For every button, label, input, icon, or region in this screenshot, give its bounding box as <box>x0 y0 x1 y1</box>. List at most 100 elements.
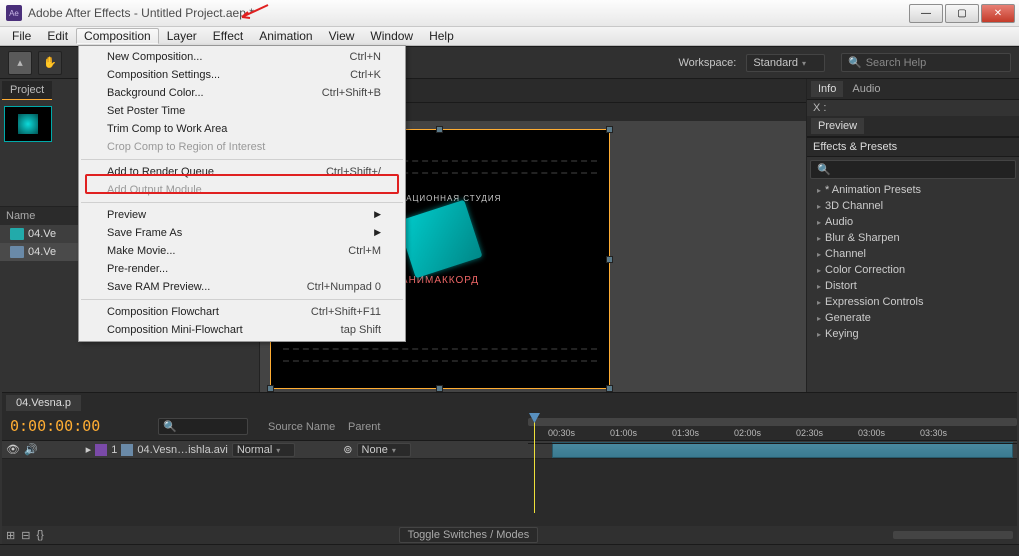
menu-file[interactable]: File <box>4 28 39 44</box>
workspace-label: Workspace: <box>678 57 736 69</box>
file-icon <box>10 246 24 258</box>
menu-item-composition-settings[interactable]: Composition Settings...Ctrl+K <box>79 66 405 84</box>
search-icon: 🔍 <box>817 164 831 176</box>
transform-handle[interactable] <box>267 385 274 392</box>
ruler-tick: 02:30s <box>796 428 823 438</box>
effects-category[interactable]: 3D Channel <box>807 198 1019 214</box>
ruler-tick: 01:00s <box>610 428 637 438</box>
effects-category[interactable]: Generate <box>807 310 1019 326</box>
visibility-toggle[interactable]: 👁 <box>6 443 20 456</box>
twirl-icon[interactable]: ▸ <box>86 443 92 456</box>
info-tab[interactable]: Info <box>811 81 843 97</box>
timeline-search[interactable]: 🔍 <box>158 418 248 435</box>
blend-mode[interactable]: Normal <box>232 443 295 457</box>
menu-item-set-poster-time[interactable]: Set Poster Time <box>79 102 405 120</box>
menu-item-save-frame-as[interactable]: Save Frame As▶ <box>79 224 405 242</box>
menu-item-add-to-render-queue[interactable]: Add to Render QueueCtrl+Shift+/ <box>79 163 405 181</box>
menu-item-save-ram-preview[interactable]: Save RAM Preview...Ctrl+Numpad 0 <box>79 278 405 296</box>
audio-tab[interactable]: Audio <box>845 81 887 97</box>
transform-handle[interactable] <box>606 385 613 392</box>
timeline-tab[interactable]: 04.Vesna.p <box>6 395 81 411</box>
ruler-tick: 03:30s <box>920 428 947 438</box>
transform-handle[interactable] <box>606 126 613 133</box>
hand-tool[interactable]: ✋ <box>38 51 62 75</box>
search-icon: 🔍 <box>848 56 862 69</box>
menu-animation[interactable]: Animation <box>251 28 320 44</box>
timeline-ruler-area[interactable]: 00:30s 01:00s 01:30s 02:00s 02:30s 03:00s 03:3… <box>528 413 1017 440</box>
ruler-tick: 03:00s <box>858 428 885 438</box>
effects-presets-header[interactable]: Effects & Presets <box>807 137 1019 157</box>
effects-category[interactable]: Distort <box>807 278 1019 294</box>
tl-toggle-3[interactable]: {} <box>36 529 43 541</box>
help-search[interactable]: 🔍 Search Help <box>841 53 1011 72</box>
parent-dropdown[interactable]: None <box>357 443 411 457</box>
menu-layer[interactable]: Layer <box>159 28 205 44</box>
layer-index: 1 <box>111 444 117 456</box>
work-area-bar[interactable] <box>528 418 1017 426</box>
menu-item-crop-comp-to-region-of-interest: Crop Comp to Region of Interest <box>79 138 405 156</box>
timecode[interactable]: 0:00:00:00 <box>2 413 158 440</box>
filmstrip-bottom <box>283 348 597 362</box>
effects-category[interactable]: Blur & Sharpen <box>807 230 1019 246</box>
close-button[interactable]: ✕ <box>981 4 1015 23</box>
ruler-tick: 01:30s <box>672 428 699 438</box>
effects-category[interactable]: * Animation Presets <box>807 182 1019 198</box>
composition-menu-dropdown: New Composition...Ctrl+NComposition Sett… <box>78 45 406 342</box>
menubar: FileEditCompositionLayerEffectAnimationV… <box>0 27 1019 46</box>
menu-edit[interactable]: Edit <box>39 28 76 44</box>
effects-category[interactable]: Audio <box>807 214 1019 230</box>
layer-name[interactable]: 04.Vesn…ishla.avi <box>137 444 228 456</box>
menu-item-pre-render[interactable]: Pre-render... <box>79 260 405 278</box>
app-icon: Ae <box>6 5 22 21</box>
layer-color[interactable] <box>95 444 107 456</box>
transform-handle[interactable] <box>436 126 443 133</box>
effects-search[interactable]: 🔍 <box>810 160 1016 179</box>
menu-item-new-composition[interactable]: New Composition...Ctrl+N <box>79 48 405 66</box>
menu-view[interactable]: View <box>321 28 363 44</box>
ruler-tick: 00:30s <box>548 428 575 438</box>
tl-toggle-1[interactable]: ⊞ <box>6 529 15 542</box>
menu-item-background-color[interactable]: Background Color...Ctrl+Shift+B <box>79 84 405 102</box>
maximize-button[interactable]: ▢ <box>945 4 979 23</box>
effects-category[interactable]: Color Correction <box>807 262 1019 278</box>
parent-pickwhip[interactable]: ⊚ <box>343 443 352 456</box>
tl-toggle-2[interactable]: ⊟ <box>21 529 30 542</box>
menu-item-add-output-module: Add Output Module <box>79 181 405 199</box>
titlebar: Ae Adobe After Effects - Untitled Projec… <box>0 0 1019 27</box>
menu-effect[interactable]: Effect <box>205 28 251 44</box>
studio-logo <box>397 200 482 279</box>
timeline-panel: 04.Vesna.p 0:00:00:00 🔍 Source Name Pare… <box>2 392 1017 544</box>
transform-handle[interactable] <box>606 256 613 263</box>
menu-window[interactable]: Window <box>362 28 421 44</box>
effects-category[interactable]: Keying <box>807 326 1019 342</box>
workspace-selector[interactable]: Standard <box>746 54 825 72</box>
info-panel-body: X : <box>807 100 1019 116</box>
menu-item-make-movie[interactable]: Make Movie...Ctrl+M <box>79 242 405 260</box>
menu-item-preview[interactable]: Preview▶ <box>79 206 405 224</box>
toggle-switches-modes[interactable]: Toggle Switches / Modes <box>399 527 539 543</box>
transform-handle[interactable] <box>436 385 443 392</box>
menu-item-composition-mini-flowchart[interactable]: Composition Mini-Flowcharttap Shift <box>79 321 405 339</box>
audio-toggle[interactable]: 🔊 <box>24 443 38 456</box>
selection-tool[interactable]: ▴ <box>8 51 32 75</box>
playhead[interactable] <box>534 413 535 513</box>
parent-column[interactable]: Parent <box>348 413 528 440</box>
menu-help[interactable]: Help <box>421 28 462 44</box>
project-thumbnail <box>4 106 52 142</box>
project-tab[interactable]: Project <box>2 81 52 100</box>
statusbar <box>0 544 1019 556</box>
menu-item-trim-comp-to-work-area[interactable]: Trim Comp to Work Area <box>79 120 405 138</box>
search-placeholder: Search Help <box>866 57 927 69</box>
effects-category[interactable]: Channel <box>807 246 1019 262</box>
effects-category[interactable]: Expression Controls <box>807 294 1019 310</box>
menu-composition[interactable]: Composition <box>76 28 159 44</box>
file-icon <box>121 444 133 456</box>
ruler-tick: 02:00s <box>734 428 761 438</box>
preview-tab[interactable]: Preview <box>811 118 864 134</box>
window-title: Adobe After Effects - Untitled Project.a… <box>28 6 254 20</box>
timeline-zoom-slider[interactable] <box>893 531 1013 539</box>
minimize-button[interactable]: — <box>909 4 943 23</box>
menu-item-composition-flowchart[interactable]: Composition FlowchartCtrl+Shift+F11 <box>79 303 405 321</box>
file-icon <box>10 228 24 240</box>
source-name-column[interactable]: Source Name <box>268 413 348 440</box>
